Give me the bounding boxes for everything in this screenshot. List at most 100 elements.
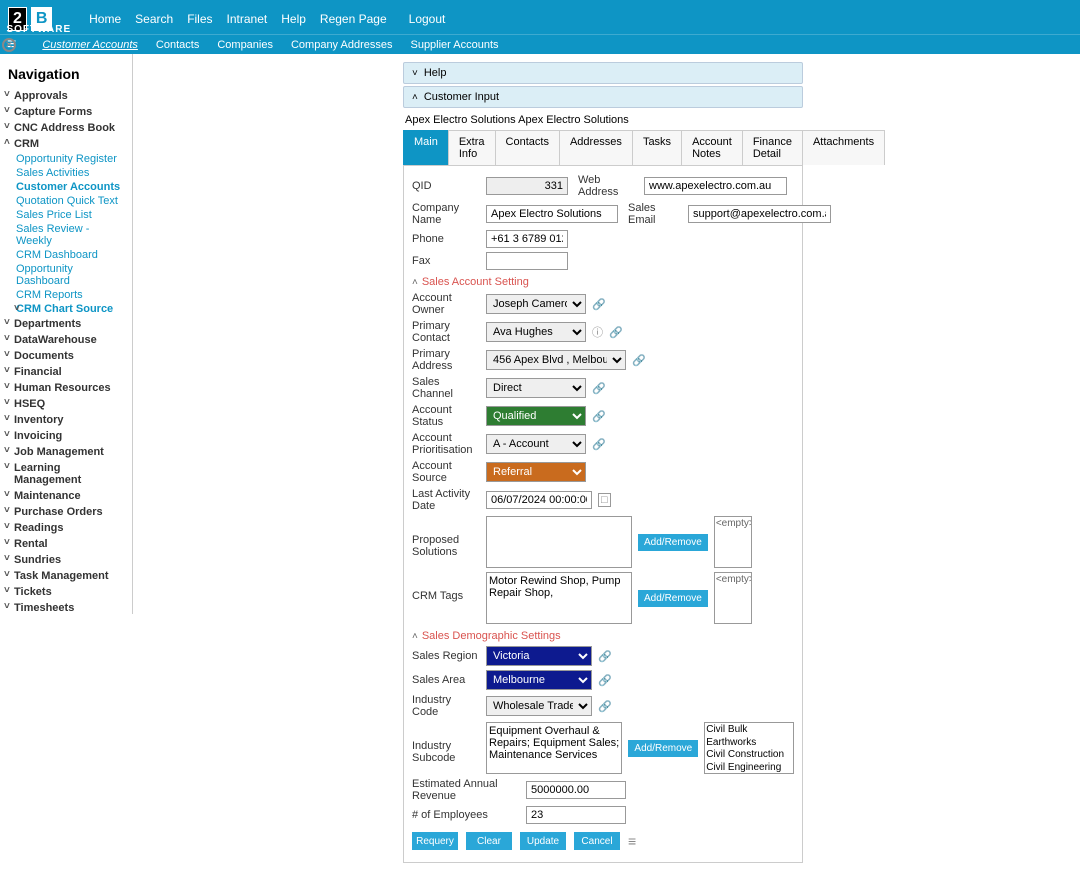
cancel-button[interactable]: Cancel — [574, 832, 620, 850]
region-select[interactable]: Victoria — [486, 646, 592, 666]
close-icon[interactable]: ✕ — [2, 38, 16, 52]
link-icon[interactable]: 🔗 — [592, 410, 606, 423]
indc-select[interactable]: Wholesale Trade — [486, 696, 592, 716]
link-icon[interactable]: 🔗 — [598, 700, 612, 713]
chan-select[interactable]: Direct — [486, 378, 586, 398]
status-select[interactable]: Qualified — [486, 406, 586, 426]
clear-button[interactable]: Clear — [466, 832, 512, 850]
nav-opportunity-dashboard[interactable]: Opportunity Dashboard — [16, 262, 126, 288]
link-icon[interactable]: 🔗 — [592, 298, 606, 311]
tags-textarea[interactable]: Motor Rewind Shop, Pump Repair Shop, — [486, 572, 632, 624]
subnav-company-addresses[interactable]: Company Addresses — [291, 39, 393, 51]
tags-options-list[interactable]: <empty> — [714, 572, 752, 624]
update-button[interactable]: Update — [520, 832, 566, 850]
nav-departments[interactable]: Departments — [6, 316, 126, 332]
menu-regen[interactable]: Regen Page — [320, 12, 387, 26]
nav-maintenance[interactable]: Maintenance — [6, 488, 126, 504]
fax-field[interactable] — [486, 252, 568, 270]
emp-field[interactable] — [526, 806, 626, 824]
phone-field[interactable] — [486, 230, 568, 248]
nav-sales-activities[interactable]: Sales Activities — [16, 166, 126, 180]
nav-task-mgmt[interactable]: Task Management — [6, 568, 126, 584]
link-icon[interactable]: 🔗 — [632, 354, 646, 367]
nav-crm-dashboard[interactable]: CRM Dashboard — [16, 248, 126, 262]
menu-home[interactable]: Home — [89, 12, 121, 26]
nav-invoicing[interactable]: Invoicing — [6, 428, 126, 444]
psol-textarea[interactable] — [486, 516, 632, 568]
nav-approvals[interactable]: Approvals — [6, 88, 126, 104]
menu-intranet[interactable]: Intranet — [227, 12, 268, 26]
menu-files[interactable]: Files — [187, 12, 212, 26]
nav-capture-forms[interactable]: Capture Forms — [6, 104, 126, 120]
inds-textarea[interactable]: Equipment Overhaul & Repairs; Equipment … — [486, 722, 622, 774]
inds-addremove-button[interactable]: Add/Remove — [628, 740, 698, 757]
rev-field[interactable] — [526, 781, 626, 799]
psol-addremove-button[interactable]: Add/Remove — [638, 534, 708, 551]
nav-hr[interactable]: Human Resources — [6, 380, 126, 396]
nav-timesheets[interactable]: Timesheets — [6, 600, 126, 614]
tab-extra-info[interactable]: Extra Info — [448, 130, 496, 165]
subnav-customer-accounts[interactable]: Customer Accounts — [42, 39, 138, 51]
nav-crm[interactable]: CRM — [6, 136, 126, 152]
subnav-contacts[interactable]: Contacts — [156, 39, 199, 51]
nav-sales-price[interactable]: Sales Price List — [16, 208, 126, 222]
chevron-down-icon[interactable]: ˅ — [412, 68, 418, 79]
web-field[interactable] — [644, 177, 787, 195]
cname-field[interactable] — [486, 205, 618, 223]
link-icon[interactable]: 🔗 — [598, 650, 612, 663]
chevron-up-icon[interactable]: ˄ — [412, 277, 418, 288]
nav-hseq[interactable]: HSEQ — [6, 396, 126, 412]
nav-job-mgmt[interactable]: Job Management — [6, 444, 126, 460]
menu-icon[interactable]: ≡ — [628, 833, 636, 849]
src-select[interactable]: Referral — [486, 462, 586, 482]
tab-account-notes[interactable]: Account Notes — [681, 130, 743, 165]
tab-main[interactable]: Main — [403, 130, 449, 165]
menu-help[interactable]: Help — [281, 12, 306, 26]
nav-crm-chart-source[interactable]: CRM Chart Source — [16, 302, 126, 316]
nav-opportunity-register[interactable]: Opportunity Register — [16, 152, 126, 166]
nav-sales-review[interactable]: Sales Review - Weekly — [16, 222, 126, 248]
lad-field[interactable] — [486, 491, 592, 509]
nav-crm-reports[interactable]: CRM Reports — [16, 288, 126, 302]
paddr-select[interactable]: 456 Apex Blvd , Melbourne, VIC, 3000 — [486, 350, 626, 370]
subnav-companies[interactable]: Companies — [217, 39, 273, 51]
subnav-supplier-accounts[interactable]: Supplier Accounts — [410, 39, 498, 51]
nav-purchase-orders[interactable]: Purchase Orders — [6, 504, 126, 520]
nav-readings[interactable]: Readings — [6, 520, 126, 536]
help-label[interactable]: Help — [424, 67, 447, 79]
link-icon[interactable]: 🔗 — [592, 438, 606, 451]
email-field[interactable] — [688, 205, 831, 223]
inds-options-list[interactable]: Civil Bulk EarthworksCivil ConstructionC… — [704, 722, 794, 774]
prio-select[interactable]: A - Account — [486, 434, 586, 454]
link-icon[interactable]: 🔗 — [609, 326, 623, 339]
nav-rental[interactable]: Rental — [6, 536, 126, 552]
nav-financial[interactable]: Financial — [6, 364, 126, 380]
nav-cnc-address[interactable]: CNC Address Book — [6, 120, 126, 136]
chevron-up-icon[interactable]: ˄ — [412, 631, 418, 642]
link-icon[interactable]: 🔗 — [592, 382, 606, 395]
nav-learning-mgmt[interactable]: Learning Management — [6, 460, 126, 488]
tab-tasks[interactable]: Tasks — [632, 130, 682, 165]
nav-tickets[interactable]: Tickets — [6, 584, 126, 600]
tab-attachments[interactable]: Attachments — [802, 130, 885, 165]
link-icon[interactable]: 🔗 — [598, 674, 612, 687]
requery-button[interactable]: Requery — [412, 832, 458, 850]
tags-addremove-button[interactable]: Add/Remove — [638, 590, 708, 607]
menu-logout[interactable]: Logout — [409, 12, 446, 26]
nav-datawarehouse[interactable]: DataWarehouse — [6, 332, 126, 348]
chevron-up-icon[interactable]: ˄ — [412, 92, 418, 103]
nav-quotation-quick[interactable]: Quotation Quick Text — [16, 194, 126, 208]
psol-options-list[interactable]: <empty> — [714, 516, 752, 568]
tab-addresses[interactable]: Addresses — [559, 130, 633, 165]
pcontact-select[interactable]: Ava Hughes — [486, 322, 586, 342]
nav-inventory[interactable]: Inventory — [6, 412, 126, 428]
calendar-icon[interactable]: □ — [598, 493, 611, 507]
tab-contacts[interactable]: Contacts — [495, 130, 560, 165]
area-select[interactable]: Melbourne — [486, 670, 592, 690]
info-icon[interactable]: ⓘ — [592, 324, 603, 340]
nav-sundries[interactable]: Sundries — [6, 552, 126, 568]
nav-documents[interactable]: Documents — [6, 348, 126, 364]
nav-customer-accounts[interactable]: Customer Accounts — [16, 180, 126, 194]
tab-finance-detail[interactable]: Finance Detail — [742, 130, 803, 165]
owner-select[interactable]: Joseph Cameron — [486, 294, 586, 314]
